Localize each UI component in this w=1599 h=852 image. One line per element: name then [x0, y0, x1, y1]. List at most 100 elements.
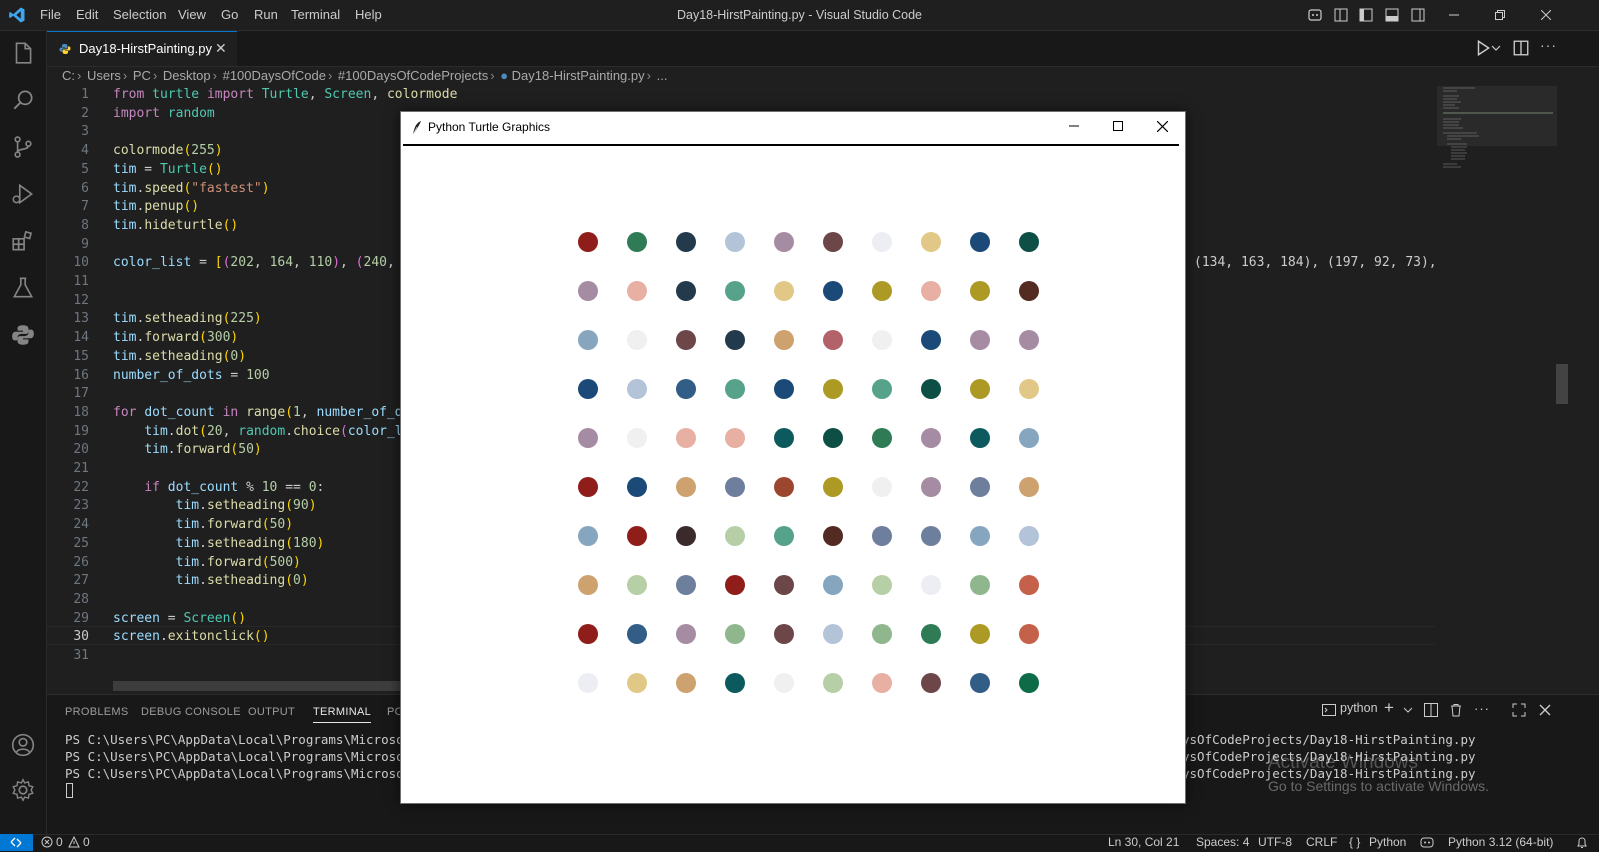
new-terminal-icon[interactable]: + [1384, 698, 1394, 718]
warning-icon[interactable] [68, 836, 80, 848]
notifications-bell-icon[interactable] [1576, 836, 1588, 849]
breadcrumb-item[interactable]: Users [87, 68, 121, 83]
python-icon[interactable] [10, 322, 36, 348]
source-control-icon[interactable] [10, 134, 36, 160]
minimap[interactable] [1437, 86, 1557, 186]
close-window-button[interactable] [1523, 0, 1569, 30]
breadcrumb-item[interactable]: ... [657, 68, 668, 83]
turtle-close-button[interactable] [1139, 112, 1185, 140]
terminal-more-icon[interactable]: ··· [1474, 701, 1490, 716]
code-line: tim.setheading(0) [113, 348, 247, 364]
activity-bar [0, 31, 47, 834]
painted-dot [1019, 281, 1039, 301]
minimize-button[interactable] [1431, 0, 1477, 30]
menu-run[interactable]: Run [254, 0, 278, 30]
painted-dot [970, 673, 990, 693]
painted-dot [823, 673, 843, 693]
painted-dot [1019, 428, 1039, 448]
painted-dot [725, 673, 745, 693]
status-language[interactable]: Python [1369, 834, 1406, 851]
painted-dot [774, 232, 794, 252]
restore-button[interactable] [1477, 0, 1523, 30]
panel-tab-output[interactable]: OUTPUT [248, 702, 295, 722]
maximize-panel-icon[interactable] [1512, 703, 1526, 717]
turtle-minimize-button[interactable] [1051, 112, 1097, 140]
horizontal-scrollbar[interactable] [113, 681, 403, 691]
painted-dot [1019, 673, 1039, 693]
menu-go[interactable]: Go [221, 0, 238, 30]
activate-windows-hint: Go to Settings to activate Windows. [1268, 778, 1489, 794]
close-panel-icon[interactable] [1539, 704, 1551, 716]
vertical-scrollbar[interactable] [1556, 364, 1568, 404]
code-line: import random [113, 105, 215, 121]
run-debug-icon[interactable] [10, 181, 36, 207]
panel-tab-debug-console[interactable]: DEBUG CONSOLE [141, 702, 241, 722]
breadcrumb-item[interactable]: PC [133, 68, 151, 83]
menu-selection[interactable]: Selection [113, 0, 166, 30]
breadcrumb-item[interactable]: #100DaysOfCode [223, 68, 326, 83]
terminal-shell-label[interactable]: python [1340, 701, 1378, 715]
menu-help[interactable]: Help [355, 0, 382, 30]
menu-edit[interactable]: Edit [76, 0, 98, 30]
run-dropdown-chevron-icon[interactable] [1491, 39, 1501, 57]
line-number: 25 [73, 535, 89, 551]
turtle-window-titlebar[interactable]: Python Turtle Graphics [401, 112, 1185, 144]
language-braces-icon: { } [1349, 835, 1361, 849]
line-number: 18 [73, 404, 89, 420]
tab-day18-hirstpainting[interactable]: Day18-HirstPainting.py ✕ [47, 31, 237, 66]
menu-view[interactable]: View [178, 0, 206, 30]
customize-layout-icon[interactable] [1333, 7, 1349, 23]
painted-dot [725, 477, 745, 497]
painted-dot [921, 428, 941, 448]
status-encoding[interactable]: UTF-8 [1258, 834, 1292, 851]
code-line: screen.exitonclick() [113, 629, 270, 645]
copilot-icon[interactable] [1307, 7, 1323, 23]
turtle-maximize-button[interactable] [1095, 112, 1141, 140]
breadcrumb-item[interactable]: C: [62, 68, 75, 83]
breadcrumb-item[interactable]: #100DaysOfCodeProjects [338, 68, 488, 83]
status-interpreter[interactable]: Python 3.12 (64-bit) [1448, 834, 1553, 851]
code-line: number_of_dots = 100 [113, 367, 270, 383]
painted-dot [725, 379, 745, 399]
painted-dot [970, 575, 990, 595]
extensions-icon[interactable] [10, 228, 36, 254]
panel-tab-terminal[interactable]: TERMINAL [313, 702, 372, 723]
copilot-status-icon[interactable] [1420, 836, 1434, 848]
status-warning-count[interactable]: 0 [83, 834, 90, 851]
explorer-icon[interactable] [10, 40, 36, 66]
code-line: colormode(255) [113, 143, 223, 159]
search-icon[interactable] [10, 87, 36, 113]
status-eol[interactable]: CRLF [1306, 834, 1337, 851]
painted-dot [627, 575, 647, 595]
toggle-panel-icon[interactable] [1384, 7, 1400, 23]
breadcrumb-item[interactable]: Day18-HirstPainting.py [512, 68, 645, 83]
line-number: 23 [73, 498, 89, 514]
painted-dot [921, 379, 941, 399]
turtle-canvas[interactable] [403, 144, 1179, 800]
status-indentation[interactable]: Spaces: 4 [1196, 834, 1249, 851]
painted-dot [774, 281, 794, 301]
testing-flask-icon[interactable] [10, 275, 36, 301]
menu-terminal[interactable]: Terminal [291, 0, 340, 30]
settings-gear-icon[interactable] [10, 777, 36, 803]
tab-close-icon[interactable]: ✕ [215, 40, 227, 57]
error-icon[interactable] [41, 836, 53, 848]
toggle-sidebar-icon[interactable] [1358, 7, 1374, 23]
kill-terminal-trash-icon[interactable] [1449, 703, 1463, 717]
status-cursor-position[interactable]: Ln 30, Col 21 [1108, 834, 1179, 851]
more-actions-icon[interactable]: ··· [1540, 37, 1557, 53]
line-number: 4 [81, 143, 89, 159]
run-python-file-icon[interactable] [1474, 39, 1492, 57]
panel-tab-problems[interactable]: PROBLEMS [65, 702, 129, 722]
line-number: 9 [81, 236, 89, 252]
turtle-window-title: Python Turtle Graphics [428, 120, 551, 134]
menu-file[interactable]: File [40, 0, 61, 30]
accounts-icon[interactable] [10, 732, 36, 758]
status-error-count[interactable]: 0 [56, 834, 63, 851]
split-editor-icon[interactable] [1512, 39, 1530, 57]
split-terminal-icon[interactable] [1424, 703, 1438, 717]
remote-indicator-button[interactable] [0, 834, 33, 851]
terminal-dropdown-chevron-icon[interactable] [1403, 706, 1413, 714]
breadcrumb-item[interactable]: Desktop [163, 68, 211, 83]
toggle-secondary-sidebar-icon[interactable] [1410, 7, 1426, 23]
